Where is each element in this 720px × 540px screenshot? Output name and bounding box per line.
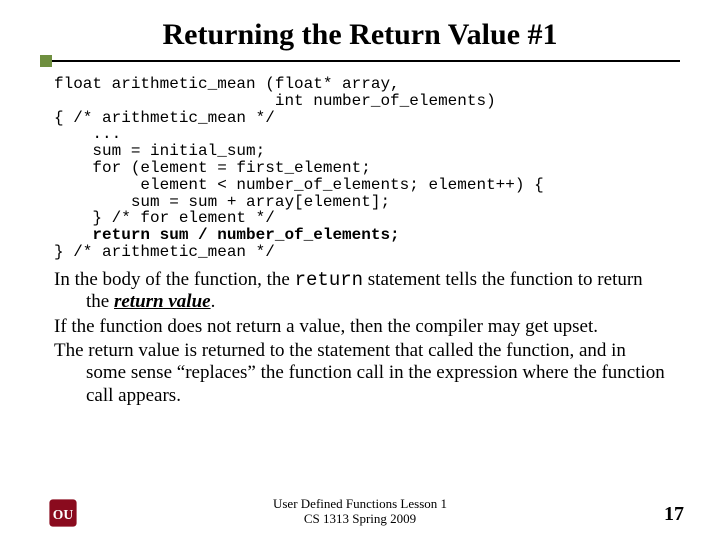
code-line-return: return sum / number_of_elements; — [54, 226, 400, 244]
body-text: In the body of the function, the return … — [54, 269, 670, 407]
inline-code-return: return — [295, 269, 363, 291]
paragraph-3: The return value is returned to the stat… — [54, 340, 670, 407]
text: In the body of the function, the — [54, 269, 295, 290]
text: . — [211, 291, 216, 312]
code-line: float arithmetic_mean (float* array, — [54, 75, 400, 93]
accent-line — [52, 60, 680, 62]
code-line: sum = sum + array[element]; — [54, 193, 390, 211]
code-line: } /* arithmetic_mean */ — [54, 243, 275, 261]
code-line: ... — [54, 125, 121, 143]
emphasis-return-value: return value — [114, 291, 211, 312]
accent-square — [40, 55, 52, 67]
accent-bar — [40, 58, 680, 64]
code-line: { /* arithmetic_mean */ — [54, 109, 275, 127]
footer: User Defined Functions Lesson 1 CS 1313 … — [0, 497, 720, 526]
slide: Returning the Return Value #1 float arit… — [0, 0, 720, 540]
footer-line-2: CS 1313 Spring 2009 — [304, 511, 416, 526]
code-block: float arithmetic_mean (float* array, int… — [54, 76, 720, 261]
paragraph-1: In the body of the function, the return … — [54, 269, 670, 314]
code-line: int number_of_elements) — [54, 92, 496, 110]
code-line: } /* for element */ — [54, 209, 275, 227]
paragraph-2: If the function does not return a value,… — [54, 316, 670, 338]
code-line: for (element = first_element; — [54, 159, 371, 177]
code-line: sum = initial_sum; — [54, 142, 265, 160]
code-line: element < number_of_elements; element++)… — [54, 176, 544, 194]
page-number: 17 — [664, 503, 684, 526]
slide-title: Returning the Return Value #1 — [0, 0, 720, 58]
footer-line-1: User Defined Functions Lesson 1 — [273, 496, 447, 511]
